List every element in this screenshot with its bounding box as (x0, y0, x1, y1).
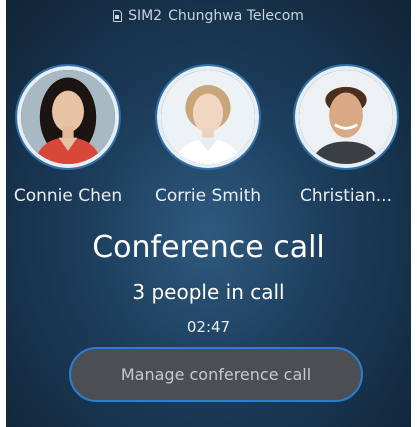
participant-name: Corrie Smith (154, 186, 262, 206)
avatar (157, 66, 259, 168)
avatar (17, 66, 119, 168)
participant-corrie-smith[interactable]: Corrie Smith (143, 66, 273, 206)
participant-name: Christian... (299, 186, 392, 206)
participant-name: Connie Chen (13, 186, 123, 206)
carrier-name: Chunghwa Telecom (168, 8, 304, 24)
call-timer: 02:47 (186, 318, 231, 336)
incall-screen: SIM2 Chunghwa Telecom Connie Chen Corrie… (6, 0, 411, 427)
status-bar: SIM2 Chunghwa Telecom (6, 8, 411, 24)
sim-label: SIM2 (128, 8, 163, 24)
manage-conference-label: Manage conference call (120, 365, 312, 384)
participant-count: 3 people in call (132, 280, 285, 304)
participant-christian[interactable]: Christian... (281, 66, 411, 206)
participant-connie-chen[interactable]: Connie Chen (6, 66, 133, 206)
call-title: Conference call (92, 230, 325, 265)
sim-card-icon (113, 10, 123, 22)
manage-conference-button[interactable]: Manage conference call (69, 347, 363, 402)
avatar (295, 66, 397, 168)
